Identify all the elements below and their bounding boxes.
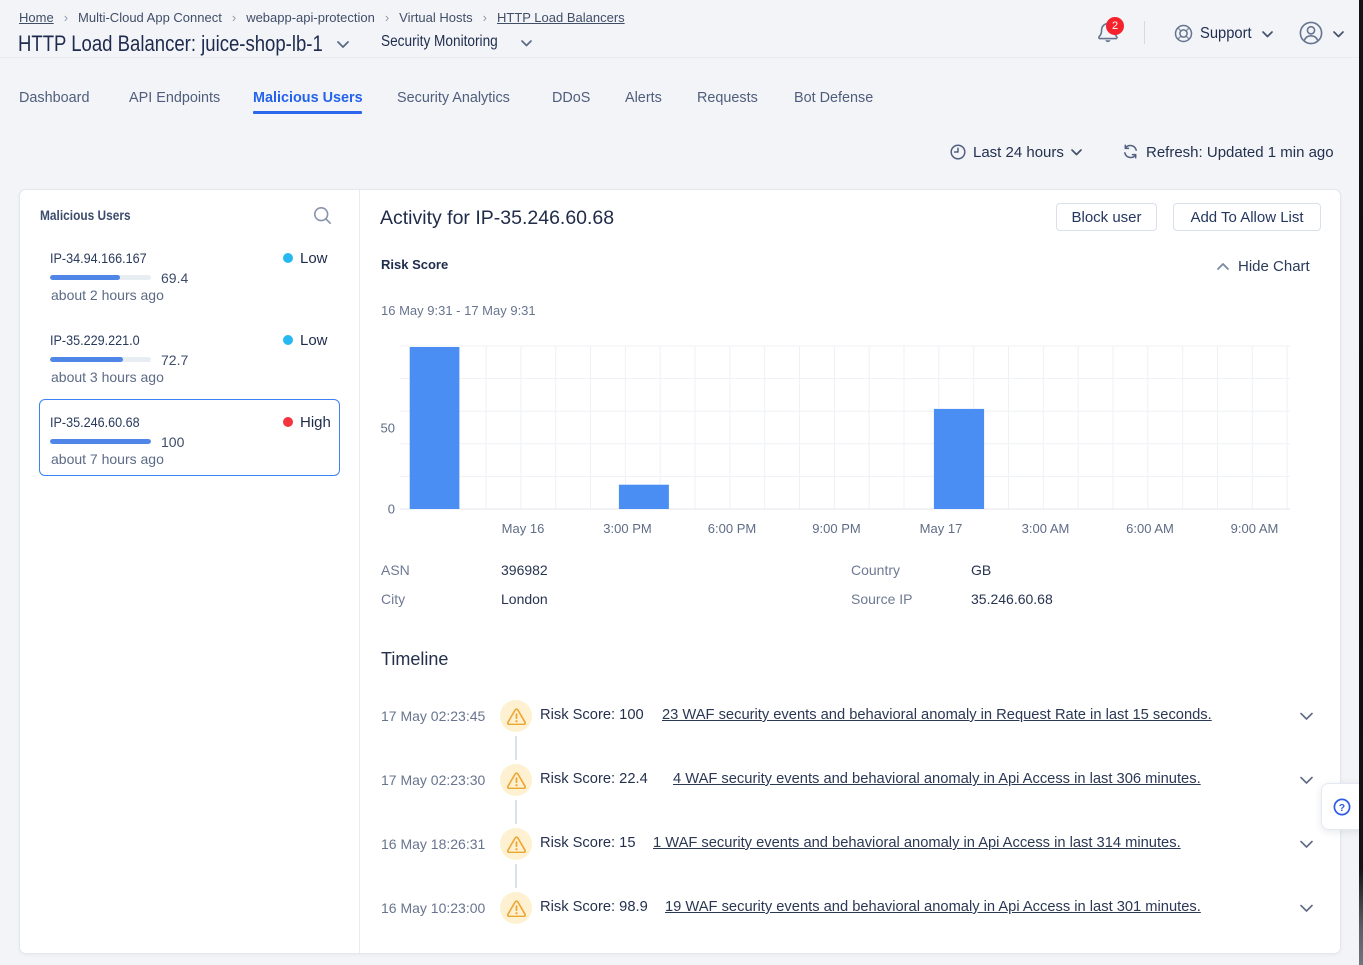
svg-text:3:00 PM: 3:00 PM: [603, 521, 651, 536]
svg-text:6:00 AM: 6:00 AM: [1126, 521, 1174, 536]
svg-text:3:00 AM: 3:00 AM: [1022, 521, 1070, 536]
svg-text:0: 0: [388, 502, 395, 517]
svg-text:?: ?: [1339, 802, 1345, 814]
svg-text:9:00 AM: 9:00 AM: [1231, 521, 1279, 536]
svg-text:50: 50: [381, 421, 395, 436]
svg-text:May 17: May 17: [920, 521, 963, 536]
svg-text:9:00 PM: 9:00 PM: [812, 521, 860, 536]
svg-text:6:00 PM: 6:00 PM: [708, 521, 756, 536]
svg-text:May 16: May 16: [502, 521, 545, 536]
